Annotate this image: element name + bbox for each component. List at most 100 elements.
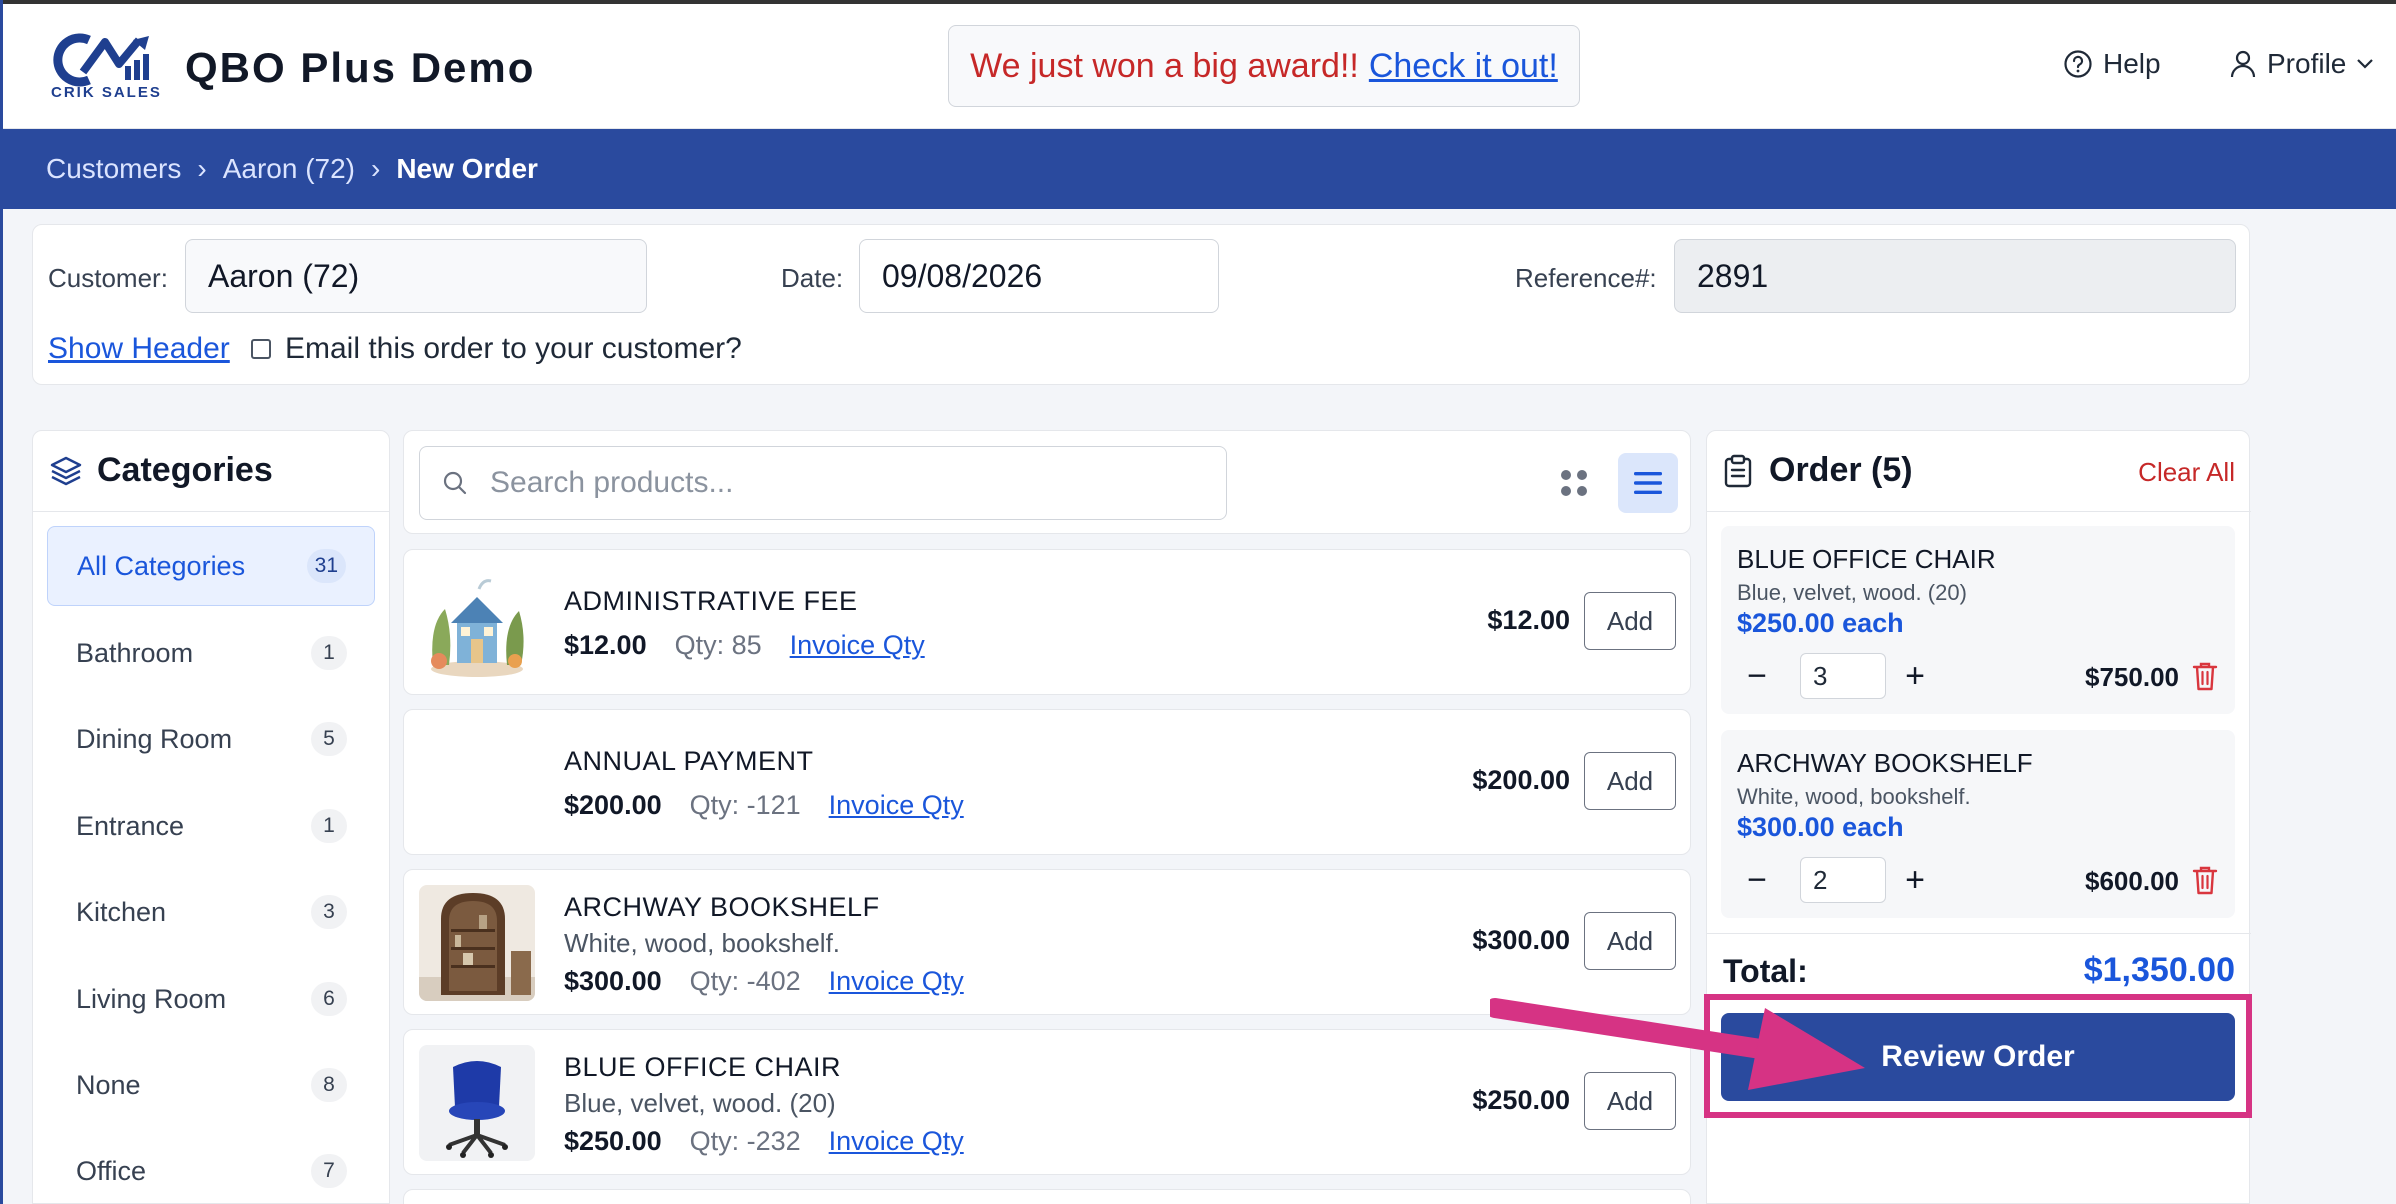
invoice-qty-link[interactable]: Invoice Qty <box>829 966 964 997</box>
category-entrance[interactable]: Entrance 1 <box>47 786 375 866</box>
category-count: 1 <box>311 809 347 843</box>
category-office[interactable]: Office 7 <box>47 1131 375 1203</box>
increment-qty-button[interactable]: + <box>1895 656 1935 696</box>
category-label: Entrance <box>76 810 185 841</box>
customer-field[interactable]: Aaron (72) <box>185 239 647 313</box>
add-button[interactable]: Add <box>1584 912 1676 970</box>
list-view-button[interactable] <box>1618 453 1678 513</box>
breadcrumb-current: New Order <box>396 153 538 184</box>
breadcrumb-separator: › <box>197 153 207 184</box>
add-button[interactable]: Add <box>1584 592 1676 650</box>
invoice-qty-link[interactable]: Invoice Qty <box>829 1126 964 1157</box>
email-checkbox[interactable] <box>251 339 271 359</box>
order-header-card: Customer: Aaron (72) Date: 09/08/2026 Re… <box>32 224 2250 385</box>
order-item-qty-input[interactable]: 3 <box>1800 653 1886 699</box>
order-line-item: BLUE OFFICE CHAIR Blue, velvet, wood. (2… <box>1721 526 2235 714</box>
grid-icon <box>1561 470 1587 496</box>
award-text: We just won a big award!! <box>970 46 1359 85</box>
breadcrumb-separator: › <box>371 153 381 184</box>
product-meta: $12.00 Qty: 85 Invoice Qty <box>564 630 925 661</box>
reference-field[interactable]: 2891 <box>1674 239 2236 313</box>
invoice-qty-link[interactable]: Invoice Qty <box>790 630 925 661</box>
reference-label: Reference#: <box>1515 263 1657 293</box>
product-meta: $250.00 Qty: -232 Invoice Qty <box>564 1126 964 1157</box>
category-none[interactable]: None 8 <box>47 1045 375 1125</box>
increment-qty-button[interactable]: + <box>1895 860 1935 900</box>
order-total-value: $1,350.00 <box>2083 951 2235 989</box>
date-field[interactable]: 09/08/2026 <box>859 239 1219 313</box>
help-link[interactable]: Help <box>2063 48 2161 80</box>
search-icon <box>443 471 467 495</box>
product-unit-price: $12.00 <box>1487 605 1570 635</box>
clipboard-icon <box>1724 454 1752 487</box>
date-label: Date: <box>781 263 844 293</box>
product-stock-qty: Qty: -402 <box>689 966 801 996</box>
app-title: QBO Plus Demo <box>185 44 536 91</box>
product-row: ANNUAL PAYMENT $200.00 Qty: -121 Invoice… <box>403 709 1691 855</box>
divider <box>1707 511 2251 512</box>
layers-icon <box>50 456 82 485</box>
top-header: CRIK SALES QBO Plus Demo We just won a b… <box>3 4 2396 129</box>
email-checkbox-label: Email this order to your customer? <box>285 332 742 365</box>
category-kitchen[interactable]: Kitchen 3 <box>47 872 375 952</box>
product-name: ADMINISTRATIVE FEE <box>564 586 858 616</box>
order-total-label: Total: <box>1723 953 1808 989</box>
product-price: $200.00 <box>564 790 662 820</box>
grid-view-button[interactable] <box>1544 453 1604 513</box>
breadcrumb-customers[interactable]: Customers <box>46 153 181 185</box>
divider <box>33 511 389 512</box>
award-link[interactable]: Check it out! <box>1369 47 1558 86</box>
decrement-qty-button[interactable]: − <box>1737 860 1777 900</box>
category-living-room[interactable]: Living Room 6 <box>47 959 375 1039</box>
annotation-arrow-icon <box>1490 998 1865 1090</box>
help-label: Help <box>2103 48 2161 79</box>
category-count: 7 <box>311 1154 347 1188</box>
trash-icon[interactable] <box>2191 864 2219 896</box>
logo-text: CRIK SALES <box>51 84 162 101</box>
profile-menu[interactable]: Profile <box>2229 48 2374 80</box>
category-count: 3 <box>311 895 347 929</box>
category-count: 1 <box>311 636 347 670</box>
category-bathroom[interactable]: Bathroom 1 <box>47 613 375 693</box>
product-image-blank <box>419 725 535 841</box>
invoice-qty-link[interactable]: Invoice Qty <box>829 790 964 821</box>
product-name: ANNUAL PAYMENT <box>564 746 814 776</box>
categories-title: Categories <box>97 451 273 489</box>
help-icon <box>2064 50 2092 78</box>
product-price: $300.00 <box>564 966 662 996</box>
divider <box>1707 933 2251 934</box>
order-header: Order (5) <box>1723 451 1913 490</box>
category-label: Office <box>76 1155 147 1186</box>
categories-panel: Categories All Categories 31 Bathroom 1 … <box>32 430 390 1204</box>
customer-label: Customer: <box>48 263 168 293</box>
product-image-bookshelf <box>419 885 535 1001</box>
order-item-total: $750.00 <box>2085 662 2179 692</box>
product-image-house <box>419 565 535 681</box>
product-stock-qty: Qty: -232 <box>689 1126 801 1156</box>
trash-icon[interactable] <box>2191 660 2219 692</box>
show-header-link[interactable]: Show Header <box>48 332 230 366</box>
add-button[interactable]: Add <box>1584 752 1676 810</box>
search-box[interactable] <box>419 446 1227 520</box>
category-label: All Categories <box>77 550 246 581</box>
product-meta: $200.00 Qty: -121 Invoice Qty <box>564 790 964 821</box>
category-count: 6 <box>311 982 347 1016</box>
clear-all-button[interactable]: Clear All <box>2138 457 2235 488</box>
product-search-bar <box>403 430 1691 534</box>
order-item-unit-price: $250.00 each <box>1737 608 1904 638</box>
order-item-qty-input[interactable]: 2 <box>1800 857 1886 903</box>
search-input[interactable] <box>490 466 1190 500</box>
product-description: Blue, velvet, wood. (20) <box>564 1088 836 1118</box>
category-dining-room[interactable]: Dining Room 5 <box>47 699 375 779</box>
product-stock-qty: Qty: -121 <box>689 790 801 820</box>
decrement-qty-button[interactable]: − <box>1737 656 1777 696</box>
category-label: Bathroom <box>76 637 194 668</box>
breadcrumb-customer[interactable]: Aaron (72) <box>223 153 355 185</box>
product-description: White, wood, bookshelf. <box>564 928 841 958</box>
product-name: BLUE OFFICE CHAIR <box>564 1052 842 1082</box>
product-stock-qty: Qty: 85 <box>674 630 762 660</box>
email-order-option[interactable]: Email this order to your customer? <box>251 332 742 366</box>
order-item-total: $600.00 <box>2085 866 2179 896</box>
category-all-categories[interactable]: All Categories 31 <box>47 526 375 606</box>
product-unit-price: $200.00 <box>1472 765 1570 795</box>
